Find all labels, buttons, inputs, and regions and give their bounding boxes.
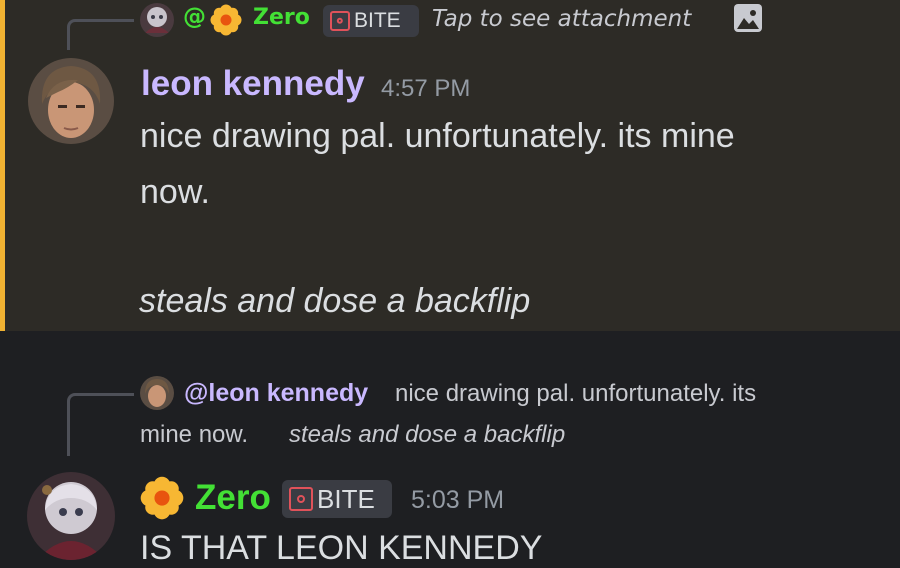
reply-author-name[interactable]: @leon kennedy xyxy=(184,379,368,408)
message-body-line: IS THAT LEON KENNEDY xyxy=(140,529,543,567)
role-tag-label: BITE xyxy=(354,9,401,32)
role-tag-label: BITE xyxy=(317,483,375,514)
reply-avatar-leon-kennedy[interactable] xyxy=(140,376,174,410)
reply-author-name[interactable]: Zero xyxy=(253,5,310,30)
avatar-zero[interactable] xyxy=(27,472,115,560)
role-tag-bite[interactable]: BITE xyxy=(323,5,419,37)
reply-preview-text[interactable]: nice drawing pal. unfortunately. its xyxy=(395,380,756,408)
mention-highlight-bar xyxy=(0,0,5,331)
message-timestamp: 4:57 PM xyxy=(381,75,471,102)
message-author-name[interactable]: Zero xyxy=(195,478,271,518)
reply-preview-italic[interactable]: steals and dose a backflip xyxy=(289,421,565,449)
message-body-line: now. xyxy=(140,173,210,211)
reply-spine xyxy=(67,393,134,456)
message-body-italic: steals and dose a backflip xyxy=(139,282,531,320)
message-zero[interactable]: @leon kennedy nice drawing pal. unfortun… xyxy=(0,331,900,567)
flower-icon xyxy=(140,476,184,524)
flower-icon xyxy=(210,4,242,40)
role-tag-bite[interactable]: BITE xyxy=(282,480,392,518)
reply-avatar-zero[interactable] xyxy=(140,3,174,37)
reply-preview-text[interactable]: mine now. xyxy=(140,421,248,449)
message-body-line: nice drawing pal. unfortunately. its min… xyxy=(140,117,735,155)
reply-mention-symbol[interactable]: @ xyxy=(183,4,206,30)
role-badge-icon xyxy=(289,487,313,511)
role-badge-icon xyxy=(330,11,350,31)
message-timestamp: 5:03 PM xyxy=(411,486,505,514)
reply-spine xyxy=(67,19,134,50)
avatar-leon-kennedy[interactable] xyxy=(28,58,114,144)
reply-attachment-preview[interactable]: Tap to see attachment xyxy=(432,6,691,32)
image-icon xyxy=(733,3,763,37)
message-leon-kennedy[interactable]: @ Zero BITE Tap to see attachment leon k… xyxy=(0,0,900,331)
message-author-name[interactable]: leon kennedy xyxy=(141,64,365,104)
